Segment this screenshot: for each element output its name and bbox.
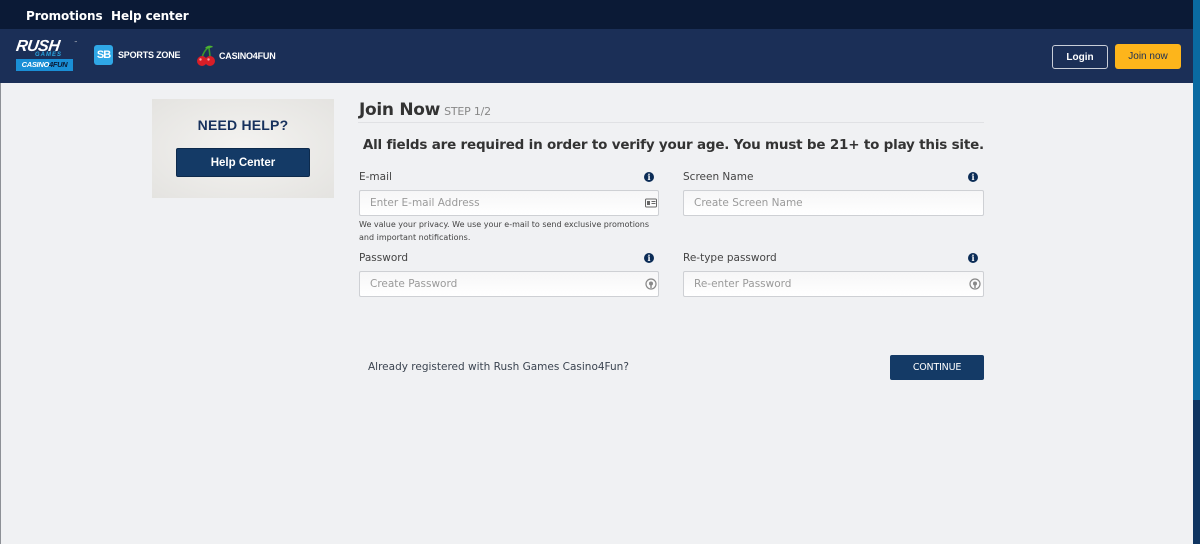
step-indicator: STEP 1/2 bbox=[444, 105, 491, 118]
join-form-title: Join Now STEP 1/2 bbox=[359, 100, 491, 120]
password-label: Password bbox=[359, 252, 409, 264]
email-privacy-note: We value your privacy. We use your e-mai… bbox=[359, 220, 650, 242]
left-edge-divider bbox=[0, 83, 1, 544]
logo-games-text: GAMES bbox=[35, 52, 63, 58]
top-utility-bar: Promotions Help center bbox=[0, 0, 1193, 29]
sports-zone-link[interactable]: SB SPORTS ZONE bbox=[94, 45, 181, 65]
logo-casino4fun-badge: CASINO4FUN bbox=[16, 59, 73, 71]
logo-casino-text: CASINO bbox=[21, 60, 50, 69]
main-header: RUSH ™ GAMES CASINO4FUN SB SPORTS ZONE C… bbox=[0, 29, 1193, 83]
password-input[interactable] bbox=[359, 271, 659, 297]
help-center-link[interactable]: Help center bbox=[111, 9, 189, 23]
sb-icon: SB bbox=[94, 45, 113, 65]
email-label: E-mail bbox=[359, 171, 392, 183]
form-divider bbox=[358, 122, 984, 123]
logo-4fun-text: 4FUN bbox=[48, 60, 68, 69]
id-card-icon bbox=[645, 198, 657, 208]
password-info-icon[interactable]: i bbox=[644, 253, 654, 263]
join-now-heading: Join Now bbox=[359, 100, 441, 120]
side-panel-strip bbox=[1193, 0, 1200, 400]
screen-name-info-icon[interactable]: i bbox=[968, 172, 978, 182]
casino4fun-label: CASINO4FUN bbox=[219, 51, 276, 61]
already-registered-link[interactable]: Already registered with Rush Games Casin… bbox=[368, 361, 629, 373]
login-button[interactable]: Login bbox=[1052, 45, 1108, 69]
email-input[interactable] bbox=[359, 190, 659, 216]
join-now-button[interactable]: Join now bbox=[1115, 44, 1181, 69]
continue-button[interactable]: CONTINUE bbox=[890, 355, 984, 380]
logo-trademark: ™ bbox=[74, 40, 78, 45]
promotions-link[interactable]: Promotions bbox=[26, 9, 103, 23]
retype-password-info-icon[interactable]: i bbox=[968, 253, 978, 263]
rush-games-logo[interactable]: RUSH ™ GAMES CASINO4FUN bbox=[14, 38, 78, 75]
need-help-card: NEED HELP? Help Center bbox=[152, 99, 334, 198]
sports-zone-label: SPORTS ZONE bbox=[118, 50, 181, 60]
eye-toggle-icon[interactable] bbox=[969, 278, 981, 290]
screen-name-input[interactable] bbox=[683, 190, 984, 216]
side-panel-strip-lower bbox=[1193, 400, 1200, 544]
help-center-button[interactable]: Help Center bbox=[176, 148, 310, 177]
eye-toggle-icon[interactable] bbox=[645, 278, 657, 290]
retype-password-input[interactable] bbox=[683, 271, 984, 297]
requirements-note: All fields are required in order to veri… bbox=[362, 137, 984, 153]
retype-password-label: Re-type password bbox=[683, 252, 777, 264]
screen-name-label: Screen Name bbox=[683, 171, 754, 183]
cherry-icon bbox=[197, 45, 215, 66]
email-info-icon[interactable]: i bbox=[644, 172, 654, 182]
casino4fun-link[interactable]: CASINO4FUN bbox=[196, 45, 276, 67]
need-help-title: NEED HELP? bbox=[197, 117, 289, 133]
